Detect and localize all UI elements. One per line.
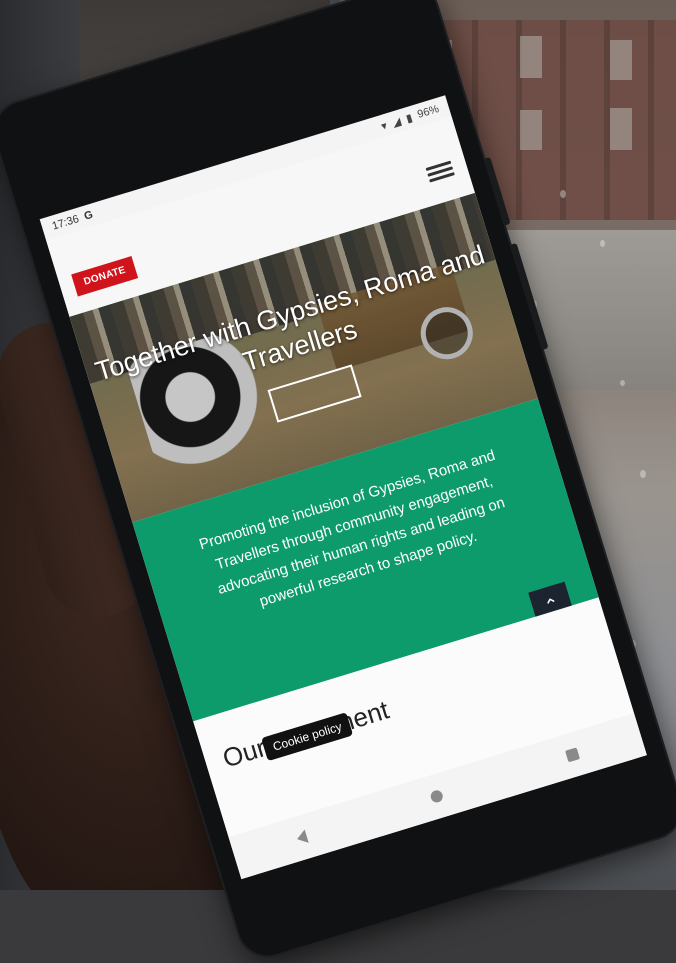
raindrop bbox=[640, 470, 646, 478]
signal-icon: ◢ bbox=[390, 115, 403, 130]
google-icon: G bbox=[82, 208, 95, 223]
hamburger-menu-icon[interactable] bbox=[424, 157, 455, 186]
battery-icon: ▮ bbox=[404, 111, 414, 125]
building-window bbox=[610, 40, 632, 80]
wifi-icon: ▾ bbox=[379, 119, 389, 133]
battery-percent: 96% bbox=[415, 103, 441, 121]
home-circle-icon[interactable] bbox=[429, 788, 445, 804]
building-window bbox=[520, 110, 542, 150]
raindrop bbox=[620, 380, 625, 386]
recent-square-icon[interactable] bbox=[565, 747, 581, 763]
raindrop bbox=[600, 240, 605, 247]
status-time: 17:36 bbox=[50, 213, 81, 233]
back-triangle-icon[interactable] bbox=[295, 829, 309, 846]
building-window bbox=[520, 36, 542, 78]
donate-button[interactable]: DONATE bbox=[71, 255, 139, 297]
building-window bbox=[610, 108, 632, 150]
raindrop bbox=[560, 190, 566, 198]
